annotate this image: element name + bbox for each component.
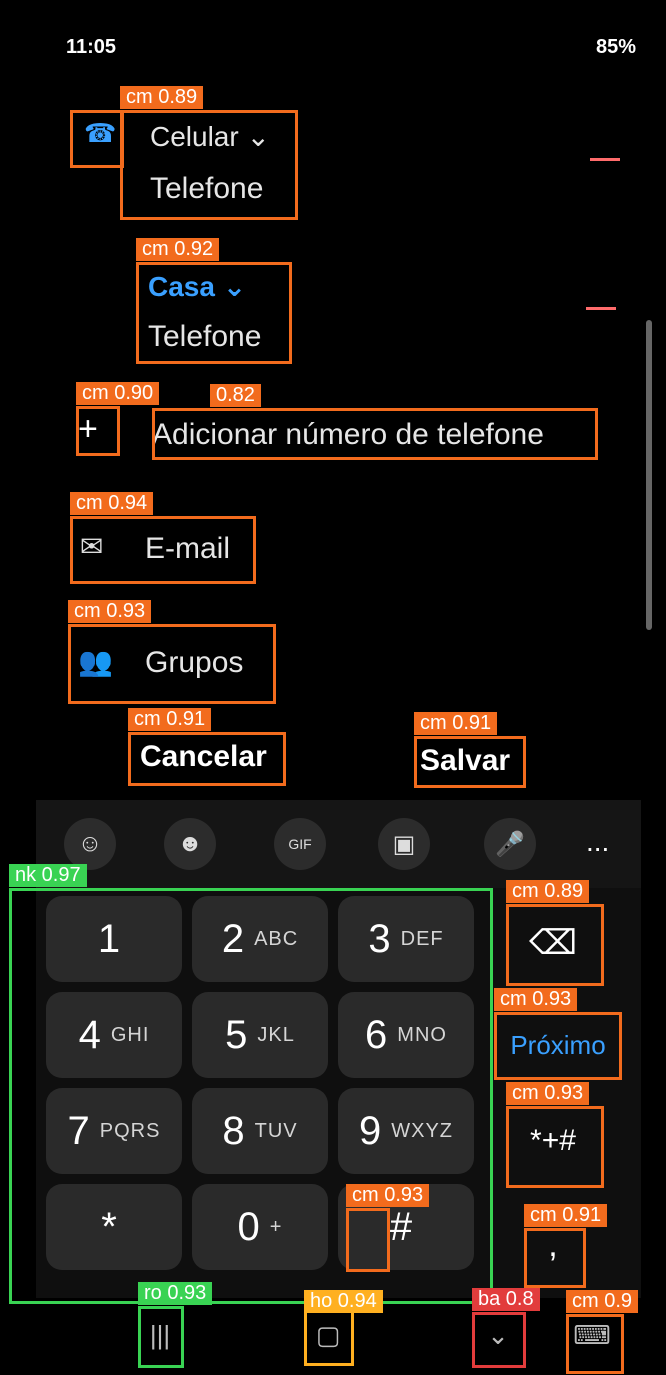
overlay-tag: cm 0.93 [68,600,152,623]
overlay-tag: cm 0.91 [128,708,212,731]
overlay-box [136,262,292,364]
overlay-box [414,736,526,788]
sticker-icon[interactable]: ☻ [164,818,216,870]
gif-icon[interactable]: GIF [274,818,326,870]
status-battery: 85% [595,36,636,58]
overlay-box [524,1228,586,1288]
overlay-box [70,110,124,168]
remove-phone2-icon[interactable] [586,307,616,310]
overlay-box [506,1106,604,1188]
overlay-box [506,904,604,986]
remove-phone1-icon[interactable] [590,158,620,161]
overlay-tag: cm 0.9 [566,1290,639,1313]
overlay-box [76,406,120,456]
overlay-tag: cm 0.89 [120,86,204,109]
overlay-tag: nk 0.97 [9,864,87,887]
overlay-box [152,408,598,460]
overlay-tag: 0.82 [210,384,261,407]
overlay-box [494,1012,622,1080]
overlay-tag: cm 0.93 [494,988,578,1011]
keyboard-toolbar: ☺ ☻ GIF ▣ 🎤 ... [36,800,641,888]
overlay-tag: cm 0.89 [506,880,590,903]
scrollbar[interactable] [646,320,652,630]
overlay-tag: ho 0.94 [304,1290,383,1313]
overlay-tag: cm 0.90 [76,382,160,405]
emoji-face-icon[interactable]: ☺ [64,818,116,870]
status-time: 11:05 [66,36,117,58]
overlay-box [472,1312,526,1368]
overlay-tag: ro 0.93 [138,1282,213,1305]
overlay-box [128,732,286,786]
overlay-box [120,110,298,220]
overlay-box [68,624,276,704]
more-options-icon[interactable]: ... [586,826,609,858]
clipboard-icon[interactable]: ▣ [378,818,430,870]
overlay-tag: cm 0.93 [506,1082,590,1105]
overlay-box [304,1310,354,1366]
overlay-box [9,888,493,1304]
overlay-box [346,1208,390,1272]
overlay-box [138,1306,184,1368]
overlay-tag: cm 0.94 [70,492,154,515]
overlay-tag: cm 0.91 [414,712,498,735]
microphone-icon[interactable]: 🎤 [484,818,536,870]
overlay-tag: cm 0.93 [346,1184,430,1207]
overlay-tag: cm 0.92 [136,238,220,261]
overlay-tag: ba 0.8 [472,1288,540,1311]
overlay-box [70,516,256,584]
overlay-tag: cm 0.91 [524,1204,608,1227]
overlay-box [566,1314,624,1374]
